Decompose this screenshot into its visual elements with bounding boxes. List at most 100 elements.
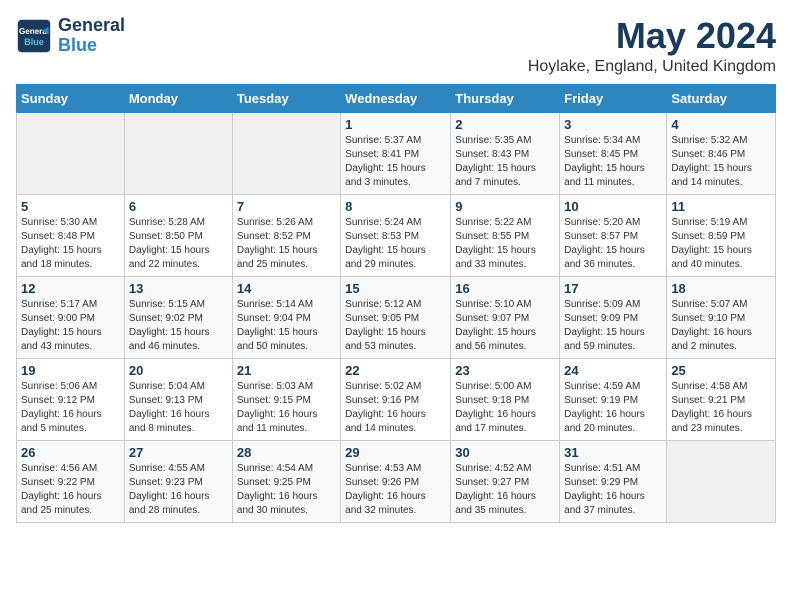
day-info: Sunrise: 5:15 AM Sunset: 9:02 PM Dayligh…	[129, 298, 228, 354]
day-number: 31	[564, 445, 662, 460]
calendar-table: SundayMondayTuesdayWednesdayThursdayFrid…	[16, 84, 776, 523]
day-info: Sunrise: 5:10 AM Sunset: 9:07 PM Dayligh…	[455, 298, 555, 354]
weekday-header-sunday: Sunday	[17, 84, 125, 112]
day-cell: 28Sunrise: 4:54 AM Sunset: 9:25 PM Dayli…	[232, 440, 340, 522]
day-cell: 27Sunrise: 4:55 AM Sunset: 9:23 PM Dayli…	[124, 440, 232, 522]
day-number: 20	[129, 363, 228, 378]
day-number: 18	[671, 281, 771, 296]
week-row-2: 5Sunrise: 5:30 AM Sunset: 8:48 PM Daylig…	[17, 194, 776, 276]
day-cell: 9 Sunrise: 5:22 AM Sunset: 8:55 PM Daylig…	[451, 194, 560, 276]
day-cell: 21Sunrise: 5:03 AM Sunset: 9:15 PM Dayli…	[232, 358, 340, 440]
day-info: Sunrise: 4:55 AM Sunset: 9:23 PM Dayligh…	[129, 462, 228, 518]
day-info: Sunrise: 5:14 AM Sunset: 9:04 PM Dayligh…	[237, 298, 336, 354]
day-cell: 26 Sunrise: 4:56 AM Sunset: 9:22 PM Dayli…	[17, 440, 125, 522]
day-cell	[17, 112, 125, 194]
day-info: Sunrise: 5:26 AM Sunset: 8:52 PM Dayligh…	[237, 216, 336, 272]
day-info: Sunrise: 4:59 AM Sunset: 9:19 PM Dayligh…	[564, 380, 662, 436]
day-number: 8	[345, 199, 446, 214]
logo: General Blue General Blue	[16, 16, 125, 56]
day-cell: 29 Sunrise: 4:53 AM Sunset: 9:26 PM Dayli…	[341, 440, 451, 522]
day-info: Sunrise: 5:32 AM Sunset: 8:46 PM Dayligh…	[671, 134, 771, 190]
day-info: Sunrise: 5:19 AM Sunset: 8:59 PM Dayligh…	[671, 216, 771, 272]
weekday-header-row: SundayMondayTuesdayWednesdayThursdayFrid…	[17, 84, 776, 112]
day-number: 28	[237, 445, 336, 460]
day-info: Sunrise: 5:07 AM Sunset: 9:10 PM Dayligh…	[671, 298, 771, 354]
day-cell: 12 Sunrise: 5:17 AM Sunset: 9:00 PM Dayli…	[17, 276, 125, 358]
day-cell: 25Sunrise: 4:58 AM Sunset: 9:21 PM Dayli…	[667, 358, 776, 440]
svg-text:Blue: Blue	[24, 37, 44, 47]
day-number: 7	[237, 199, 336, 214]
weekday-header-thursday: Thursday	[451, 84, 560, 112]
day-cell: 16Sunrise: 5:10 AM Sunset: 9:07 PM Dayli…	[451, 276, 560, 358]
day-info: Sunrise: 4:53 AM Sunset: 9:26 PM Dayligh…	[345, 462, 446, 518]
day-cell: 15 Sunrise: 5:12 AM Sunset: 9:05 PM Dayli…	[341, 276, 451, 358]
day-cell: 18 Sunrise: 5:07 AM Sunset: 9:10 PM Dayli…	[667, 276, 776, 358]
day-cell: 7 Sunrise: 5:26 AM Sunset: 8:52 PM Daylig…	[232, 194, 340, 276]
title-area: May 2024 Hoylake, England, United Kingdo…	[528, 16, 776, 76]
day-cell: 6 Sunrise: 5:28 AM Sunset: 8:50 PM Daylig…	[124, 194, 232, 276]
day-number: 10	[564, 199, 662, 214]
day-cell: 3Sunrise: 5:34 AM Sunset: 8:45 PM Daylig…	[560, 112, 667, 194]
day-info: Sunrise: 5:17 AM Sunset: 9:00 PM Dayligh…	[21, 298, 120, 354]
day-number: 13	[129, 281, 228, 296]
week-row-3: 12 Sunrise: 5:17 AM Sunset: 9:00 PM Dayli…	[17, 276, 776, 358]
day-number: 17	[564, 281, 662, 296]
day-number: 22	[345, 363, 446, 378]
day-info: Sunrise: 5:12 AM Sunset: 9:05 PM Dayligh…	[345, 298, 446, 354]
day-info: Sunrise: 4:56 AM Sunset: 9:22 PM Dayligh…	[21, 462, 120, 518]
day-info: Sunrise: 4:51 AM Sunset: 9:29 PM Dayligh…	[564, 462, 662, 518]
day-info: Sunrise: 5:28 AM Sunset: 8:50 PM Dayligh…	[129, 216, 228, 272]
day-cell: 4 Sunrise: 5:32 AM Sunset: 8:46 PM Daylig…	[667, 112, 776, 194]
day-info: Sunrise: 5:03 AM Sunset: 9:15 PM Dayligh…	[237, 380, 336, 436]
day-info: Sunrise: 5:35 AM Sunset: 8:43 PM Dayligh…	[455, 134, 555, 190]
day-cell: 22Sunrise: 5:02 AM Sunset: 9:16 PM Dayli…	[341, 358, 451, 440]
day-number: 6	[129, 199, 228, 214]
day-number: 26	[21, 445, 120, 460]
day-cell: 17Sunrise: 5:09 AM Sunset: 9:09 PM Dayli…	[560, 276, 667, 358]
day-info: Sunrise: 5:06 AM Sunset: 9:12 PM Dayligh…	[21, 380, 120, 436]
day-info: Sunrise: 5:24 AM Sunset: 8:53 PM Dayligh…	[345, 216, 446, 272]
day-number: 9	[455, 199, 555, 214]
header: General Blue General Blue May 2024 Hoyla…	[16, 16, 776, 76]
day-number: 19	[21, 363, 120, 378]
day-number: 29	[345, 445, 446, 460]
day-number: 4	[671, 117, 771, 132]
logo-icon: General Blue	[16, 18, 52, 54]
logo-text: General Blue	[58, 16, 125, 56]
day-info: Sunrise: 4:52 AM Sunset: 9:27 PM Dayligh…	[455, 462, 555, 518]
weekday-header-saturday: Saturday	[667, 84, 776, 112]
day-cell: 30 Sunrise: 4:52 AM Sunset: 9:27 PM Dayli…	[451, 440, 560, 522]
day-cell: 31 Sunrise: 4:51 AM Sunset: 9:29 PM Dayli…	[560, 440, 667, 522]
day-info: Sunrise: 5:04 AM Sunset: 9:13 PM Dayligh…	[129, 380, 228, 436]
day-cell: 20 Sunrise: 5:04 AM Sunset: 9:13 PM Dayli…	[124, 358, 232, 440]
calendar-title: May 2024	[528, 16, 776, 56]
day-cell: 8 Sunrise: 5:24 AM Sunset: 8:53 PM Daylig…	[341, 194, 451, 276]
weekday-header-monday: Monday	[124, 84, 232, 112]
day-number: 30	[455, 445, 555, 460]
day-cell: 11Sunrise: 5:19 AM Sunset: 8:59 PM Dayli…	[667, 194, 776, 276]
day-number: 24	[564, 363, 662, 378]
day-number: 14	[237, 281, 336, 296]
day-number: 25	[671, 363, 771, 378]
day-number: 12	[21, 281, 120, 296]
day-number: 15	[345, 281, 446, 296]
weekday-header-tuesday: Tuesday	[232, 84, 340, 112]
day-number: 2	[455, 117, 555, 132]
day-cell	[667, 440, 776, 522]
week-row-5: 26 Sunrise: 4:56 AM Sunset: 9:22 PM Dayli…	[17, 440, 776, 522]
day-info: Sunrise: 5:00 AM Sunset: 9:18 PM Dayligh…	[455, 380, 555, 436]
day-cell	[232, 112, 340, 194]
weekday-header-wednesday: Wednesday	[341, 84, 451, 112]
day-cell: 13 Sunrise: 5:15 AM Sunset: 9:02 PM Dayli…	[124, 276, 232, 358]
day-cell: 5Sunrise: 5:30 AM Sunset: 8:48 PM Daylig…	[17, 194, 125, 276]
day-info: Sunrise: 5:22 AM Sunset: 8:55 PM Dayligh…	[455, 216, 555, 272]
day-number: 23	[455, 363, 555, 378]
week-row-1: 1Sunrise: 5:37 AM Sunset: 8:41 PM Daylig…	[17, 112, 776, 194]
day-number: 3	[564, 117, 662, 132]
day-cell: 19 Sunrise: 5:06 AM Sunset: 9:12 PM Dayli…	[17, 358, 125, 440]
day-number: 5	[21, 199, 120, 214]
day-cell: 10Sunrise: 5:20 AM Sunset: 8:57 PM Dayli…	[560, 194, 667, 276]
day-info: Sunrise: 5:37 AM Sunset: 8:41 PM Dayligh…	[345, 134, 446, 190]
calendar-subtitle: Hoylake, England, United Kingdom	[528, 58, 776, 76]
day-cell: 24 Sunrise: 4:59 AM Sunset: 9:19 PM Dayli…	[560, 358, 667, 440]
